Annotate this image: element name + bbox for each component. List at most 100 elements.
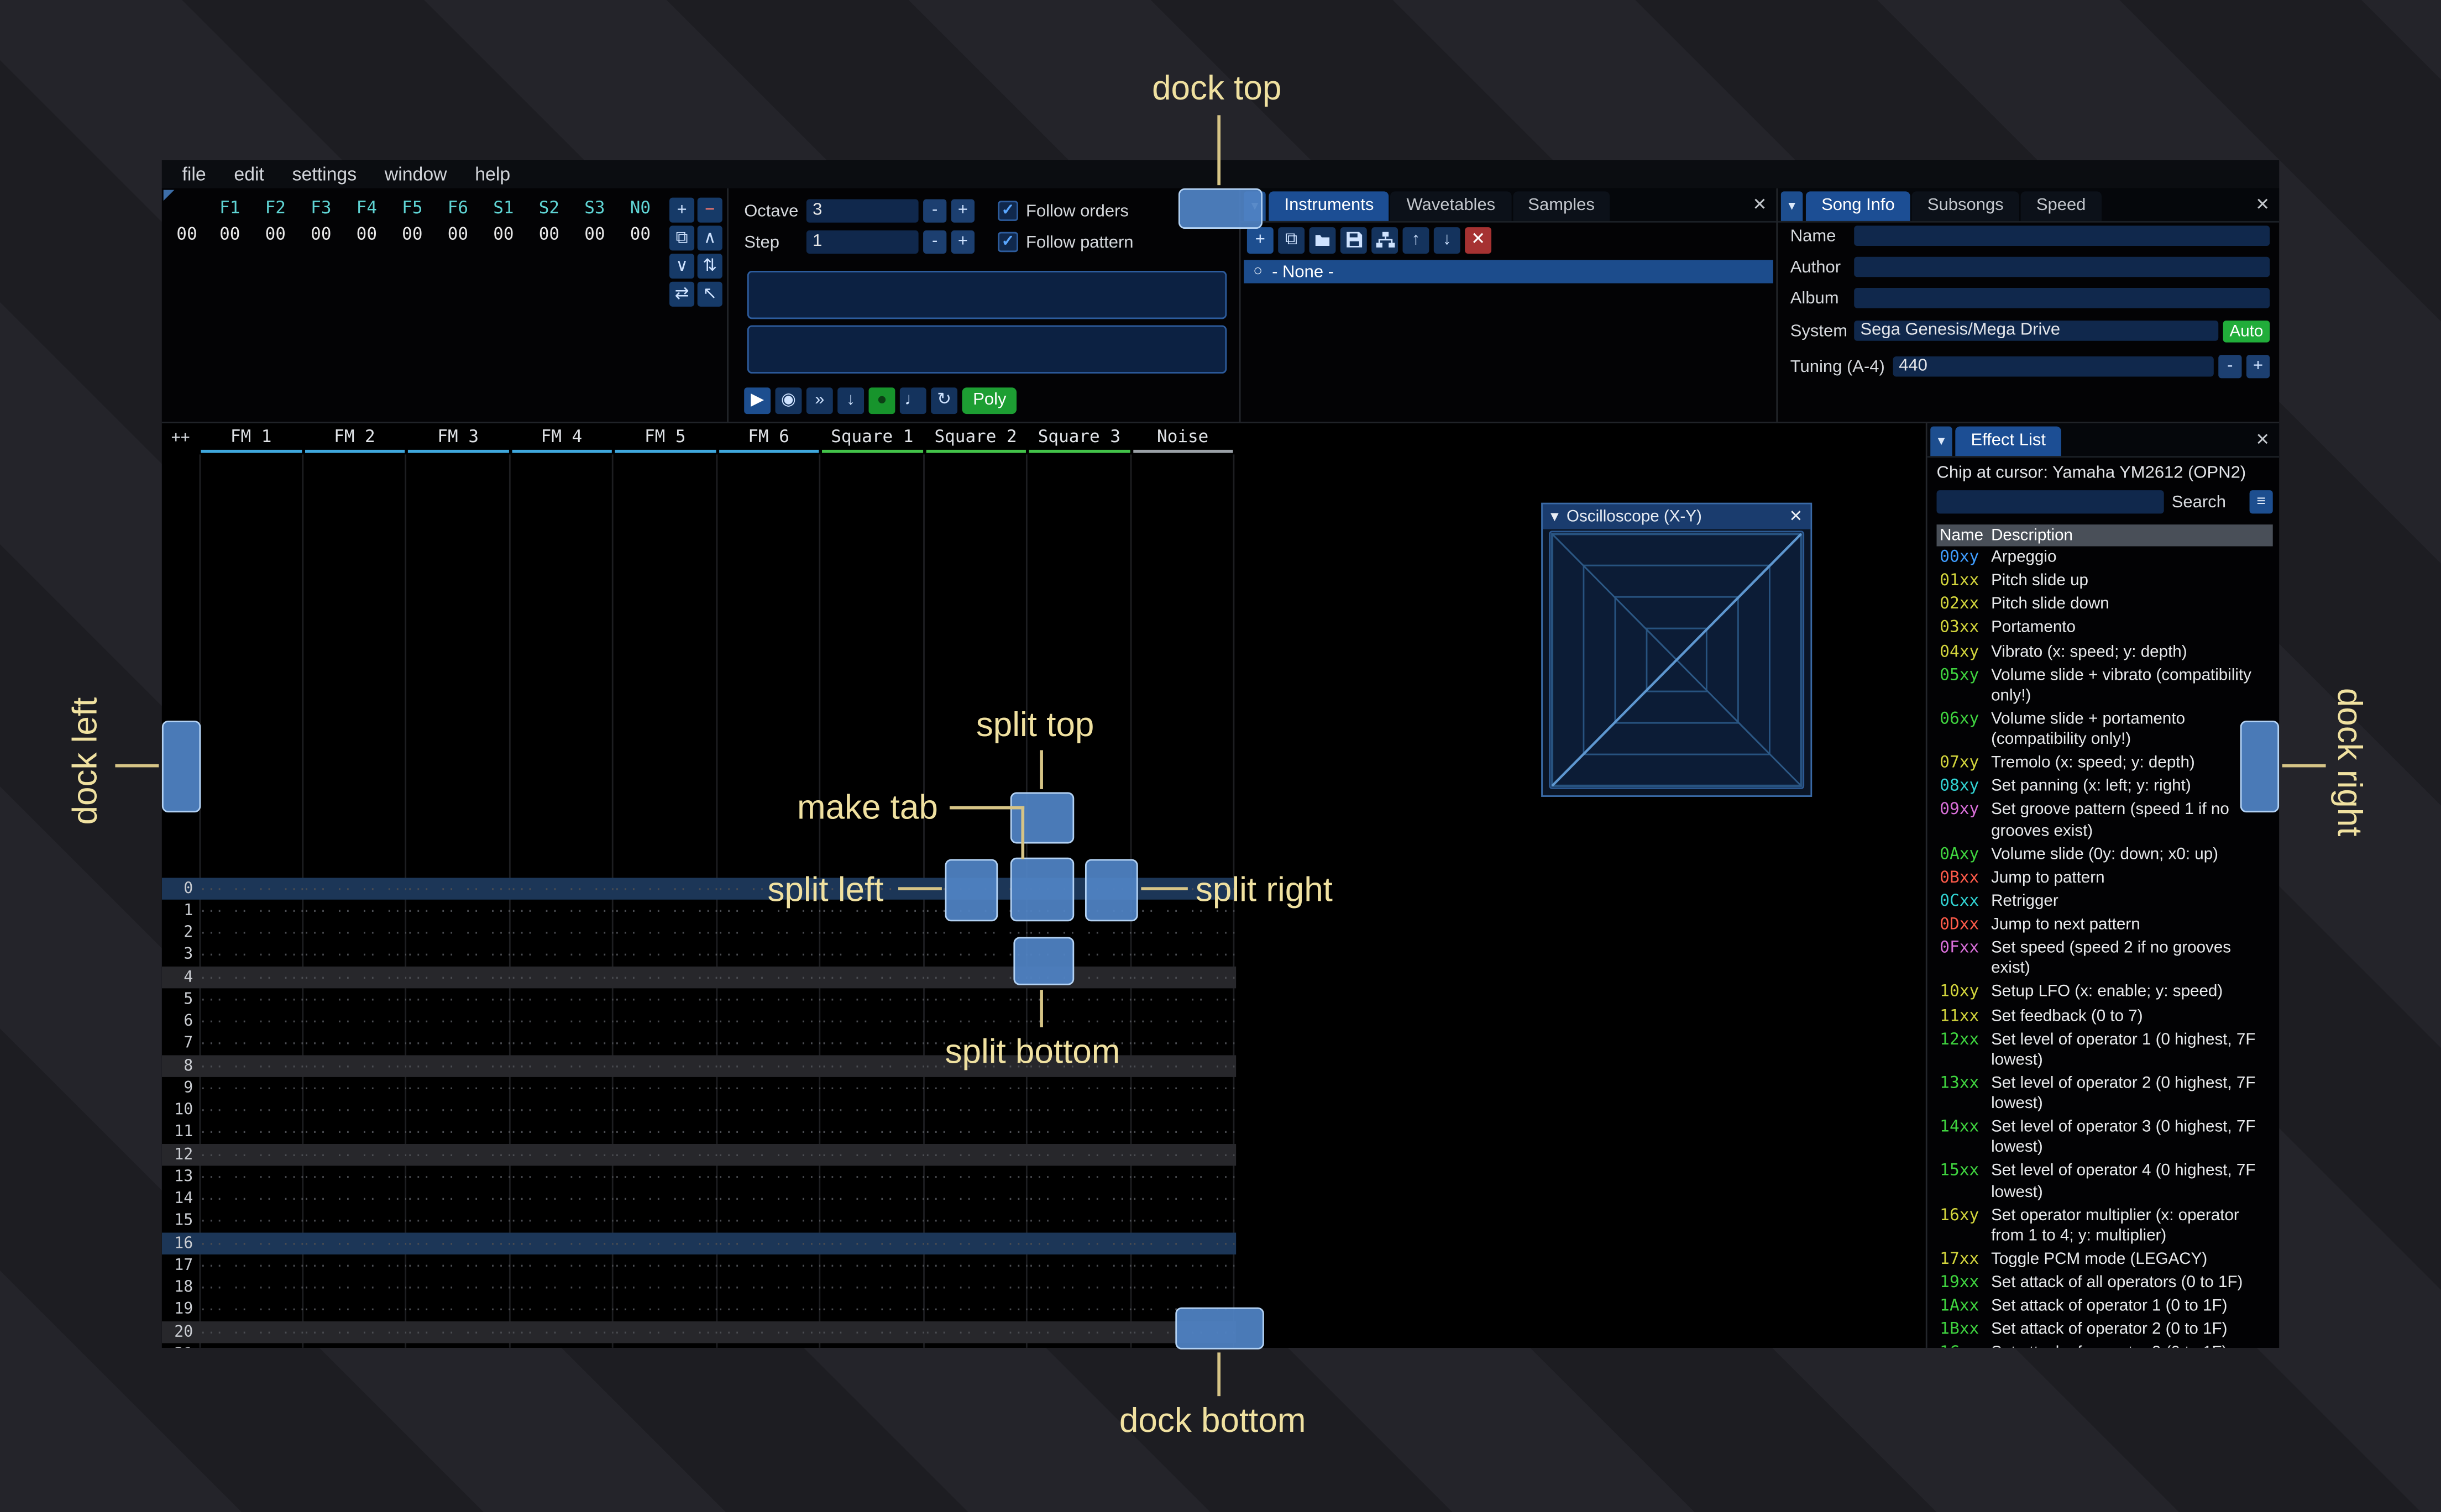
pattern-cell[interactable]: ··· ·· ·· ···	[924, 1215, 1027, 1229]
effect-row[interactable]: 09xy Set groove pattern (speed 1 if no g…	[1937, 799, 2273, 843]
change-all-orders-button[interactable]: ⇄	[669, 281, 695, 307]
pattern-cell[interactable]: ··· ·· ·· ···	[1131, 1104, 1234, 1117]
drop-zone-make-tab[interactable]	[1010, 857, 1075, 922]
pattern-cell[interactable]: ··· ·· ·· ···	[406, 970, 510, 984]
metronome-button[interactable]: ♩	[899, 387, 926, 414]
pattern-cell[interactable]: ··· ·· ·· ···	[1028, 1082, 1131, 1095]
oscilloscope-title-bar[interactable]: ▾ Oscilloscope (X-Y) ✕	[1542, 504, 1811, 529]
pattern-cell[interactable]: ··· ·· ·· ···	[614, 1082, 717, 1095]
deep-clone-order-button[interactable]: ⇅	[697, 254, 722, 279]
pattern-cell[interactable]: ··· ·· ·· ···	[1131, 1281, 1234, 1295]
pattern-cell[interactable]: ··· ·· ·· ···	[717, 1037, 820, 1051]
instrument-picker-icon[interactable]	[1371, 227, 1398, 254]
pattern-cell[interactable]: ··· ·· ·· ···	[820, 1037, 924, 1051]
pattern-cell[interactable]: ··· ·· ·· ···	[614, 1170, 717, 1184]
pattern-cell[interactable]: ··· ·· ·· ···	[614, 1325, 717, 1339]
pattern-cell[interactable]: ··· ·· ·· ···	[820, 970, 924, 984]
pattern-cell[interactable]: ··· ·· ·· ···	[303, 948, 406, 962]
effect-row[interactable]: 10xy Setup LFO (x: enable; y: speed)	[1937, 981, 2273, 1005]
pattern-cell[interactable]: ··· ·· ·· ···	[1131, 1170, 1234, 1184]
save-icon[interactable]	[1340, 227, 1367, 254]
pattern-cell[interactable]: ··· ·· ·· ···	[406, 1126, 510, 1140]
effect-row[interactable]: 1Cxx Set attack of operator 3 (0 to 1F)	[1937, 1342, 2273, 1348]
pattern-cell[interactable]: ··· ·· ·· ···	[510, 1104, 613, 1117]
pattern-cell[interactable]: ··· ·· ·· ···	[199, 1237, 302, 1251]
effect-row[interactable]: 11xx Set feedback (0 to 7)	[1937, 1005, 2273, 1028]
pattern-cell[interactable]: ··· ·· ·· ···	[406, 1237, 510, 1251]
follow-pattern-checkbox[interactable]: ✓	[998, 232, 1018, 253]
move-order-down-button[interactable]: ∨	[669, 254, 695, 279]
channel-header[interactable]: FM 3	[406, 423, 510, 454]
pattern-cell[interactable]: ··· ·· ·· ···	[303, 1237, 406, 1251]
pattern-cell[interactable]: ··· ·· ·· ···	[614, 1059, 717, 1073]
effect-row[interactable]: 0Axy Volume slide (0y: down; x0: up)	[1937, 843, 2273, 867]
expand-channels-button[interactable]: ++	[162, 423, 200, 454]
pattern-cell[interactable]: ··· ·· ·· ···	[199, 970, 302, 984]
channel-header[interactable]: FM 5	[614, 423, 717, 454]
pattern-cell[interactable]: ··· ·· ·· ···	[199, 1059, 302, 1073]
play-pattern-button[interactable]: ◉	[775, 387, 802, 414]
order-value-cell[interactable]: 00	[617, 224, 663, 245]
poly-toggle-button[interactable]: Poly	[962, 387, 1018, 414]
pattern-cell[interactable]: ··· ·· ·· ···	[924, 1281, 1027, 1295]
pattern-cell[interactable]: ··· ·· ·· ···	[1131, 926, 1234, 940]
pattern-cell[interactable]: ··· ·· ·· ···	[303, 1104, 406, 1117]
pattern-cell[interactable]: ··· ·· ·· ···	[199, 882, 302, 896]
pattern-cell[interactable]: ··· ·· ·· ···	[303, 970, 406, 984]
pattern-cell[interactable]: ··· ·· ·· ···	[510, 970, 613, 984]
pattern-cell[interactable]: ··· ·· ·· ···	[1028, 1126, 1131, 1140]
pattern-cell[interactable]: ··· ·· ·· ···	[717, 1104, 820, 1117]
pattern-cell[interactable]: ··· ·· ·· ···	[303, 1325, 406, 1339]
pattern-cell[interactable]: ··· ·· ·· ···	[820, 1104, 924, 1117]
drop-zone-split-bottom[interactable]	[1013, 937, 1075, 985]
tab-list-popup-button[interactable]: ▾	[1930, 426, 1952, 456]
move-instrument-down-button[interactable]: ↓	[1433, 227, 1460, 254]
pattern-cell[interactable]: ··· ·· ·· ···	[406, 1015, 510, 1029]
pattern-cell[interactable]: ··· ·· ·· ···	[924, 1104, 1027, 1117]
pattern-cell[interactable]: ··· ·· ·· ···	[924, 1303, 1027, 1317]
pattern-cell[interactable]: ··· ·· ·· ···	[614, 948, 717, 962]
pattern-cell[interactable]: ··· ·· ·· ···	[510, 1170, 613, 1184]
pattern-cell[interactable]: ··· ·· ·· ···	[406, 1281, 510, 1295]
channel-header[interactable]: Square 3	[1028, 423, 1131, 454]
pattern-cell[interactable]: ··· ·· ·· ···	[1028, 1170, 1131, 1184]
pattern-cell[interactable]: ··· ·· ·· ···	[717, 1082, 820, 1095]
drop-zone-dock-left[interactable]	[161, 720, 201, 813]
effect-row[interactable]: 12xx Set level of operator 1 (0 highest,…	[1937, 1028, 2273, 1073]
hamburger-menu-icon[interactable]: ≡	[2249, 490, 2273, 514]
pattern-cell[interactable]: ··· ·· ·· ···	[614, 926, 717, 940]
pattern-cell[interactable]: ··· ·· ·· ···	[303, 1215, 406, 1229]
move-instrument-up-button[interactable]: ↑	[1402, 227, 1429, 254]
pattern-cell[interactable]: ··· ·· ·· ···	[820, 1148, 924, 1162]
pattern-cell[interactable]: ··· ·· ·· ···	[614, 1281, 717, 1295]
pattern-cell[interactable]: ··· ·· ·· ···	[406, 904, 510, 918]
pattern-cell[interactable]: ··· ·· ·· ···	[303, 1303, 406, 1317]
pattern-cell[interactable]: ··· ·· ·· ···	[614, 1104, 717, 1117]
pattern-cell[interactable]: ··· ·· ·· ···	[1028, 1148, 1131, 1162]
pattern-cell[interactable]: ··· ·· ·· ···	[1028, 1215, 1131, 1229]
channel-header[interactable]: Noise	[1131, 423, 1234, 454]
pattern-cell[interactable]: ··· ·· ·· ···	[406, 1082, 510, 1095]
effect-row[interactable]: 16xy Set operator multiplier (x: operato…	[1937, 1204, 2273, 1248]
pattern-cell[interactable]: ··· ·· ·· ···	[717, 948, 820, 962]
effect-row[interactable]: 06xy Volume slide + portamento (compatib…	[1937, 708, 2273, 752]
pattern-cell[interactable]: ··· ·· ·· ···	[1131, 1148, 1234, 1162]
effect-row[interactable]: 14xx Set level of operator 3 (0 highest,…	[1937, 1116, 2273, 1161]
pattern-cell[interactable]: ··· ·· ·· ···	[303, 1259, 406, 1273]
pattern-cell[interactable]: ··· ·· ·· ···	[1131, 948, 1234, 962]
move-order-up-button[interactable]: ∧	[697, 225, 722, 251]
pattern-cell[interactable]: ··· ·· ·· ···	[614, 1015, 717, 1029]
effect-row[interactable]: 0Dxx Jump to next pattern	[1937, 914, 2273, 937]
author-input[interactable]	[1854, 256, 2270, 277]
pattern-cell[interactable]: ··· ·· ·· ···	[199, 1126, 302, 1140]
effect-row[interactable]: 04xy Vibrato (x: speed; y: depth)	[1937, 641, 2273, 664]
pattern-cell[interactable]: ··· ·· ·· ···	[303, 904, 406, 918]
add-instrument-button[interactable]: +	[1246, 227, 1274, 254]
pattern-cell[interactable]: ··· ·· ·· ···	[303, 1148, 406, 1162]
channel-header[interactable]: FM 4	[510, 423, 613, 454]
order-value-cell[interactable]: 00	[526, 224, 572, 245]
pattern-cell[interactable]: ··· ·· ·· ···	[924, 1259, 1027, 1273]
pattern-cell[interactable]: ··· ·· ·· ···	[820, 1215, 924, 1229]
duplicate-order-button[interactable]: ⧉	[669, 225, 695, 251]
clone-instrument-button[interactable]: ⧉	[1278, 227, 1305, 254]
